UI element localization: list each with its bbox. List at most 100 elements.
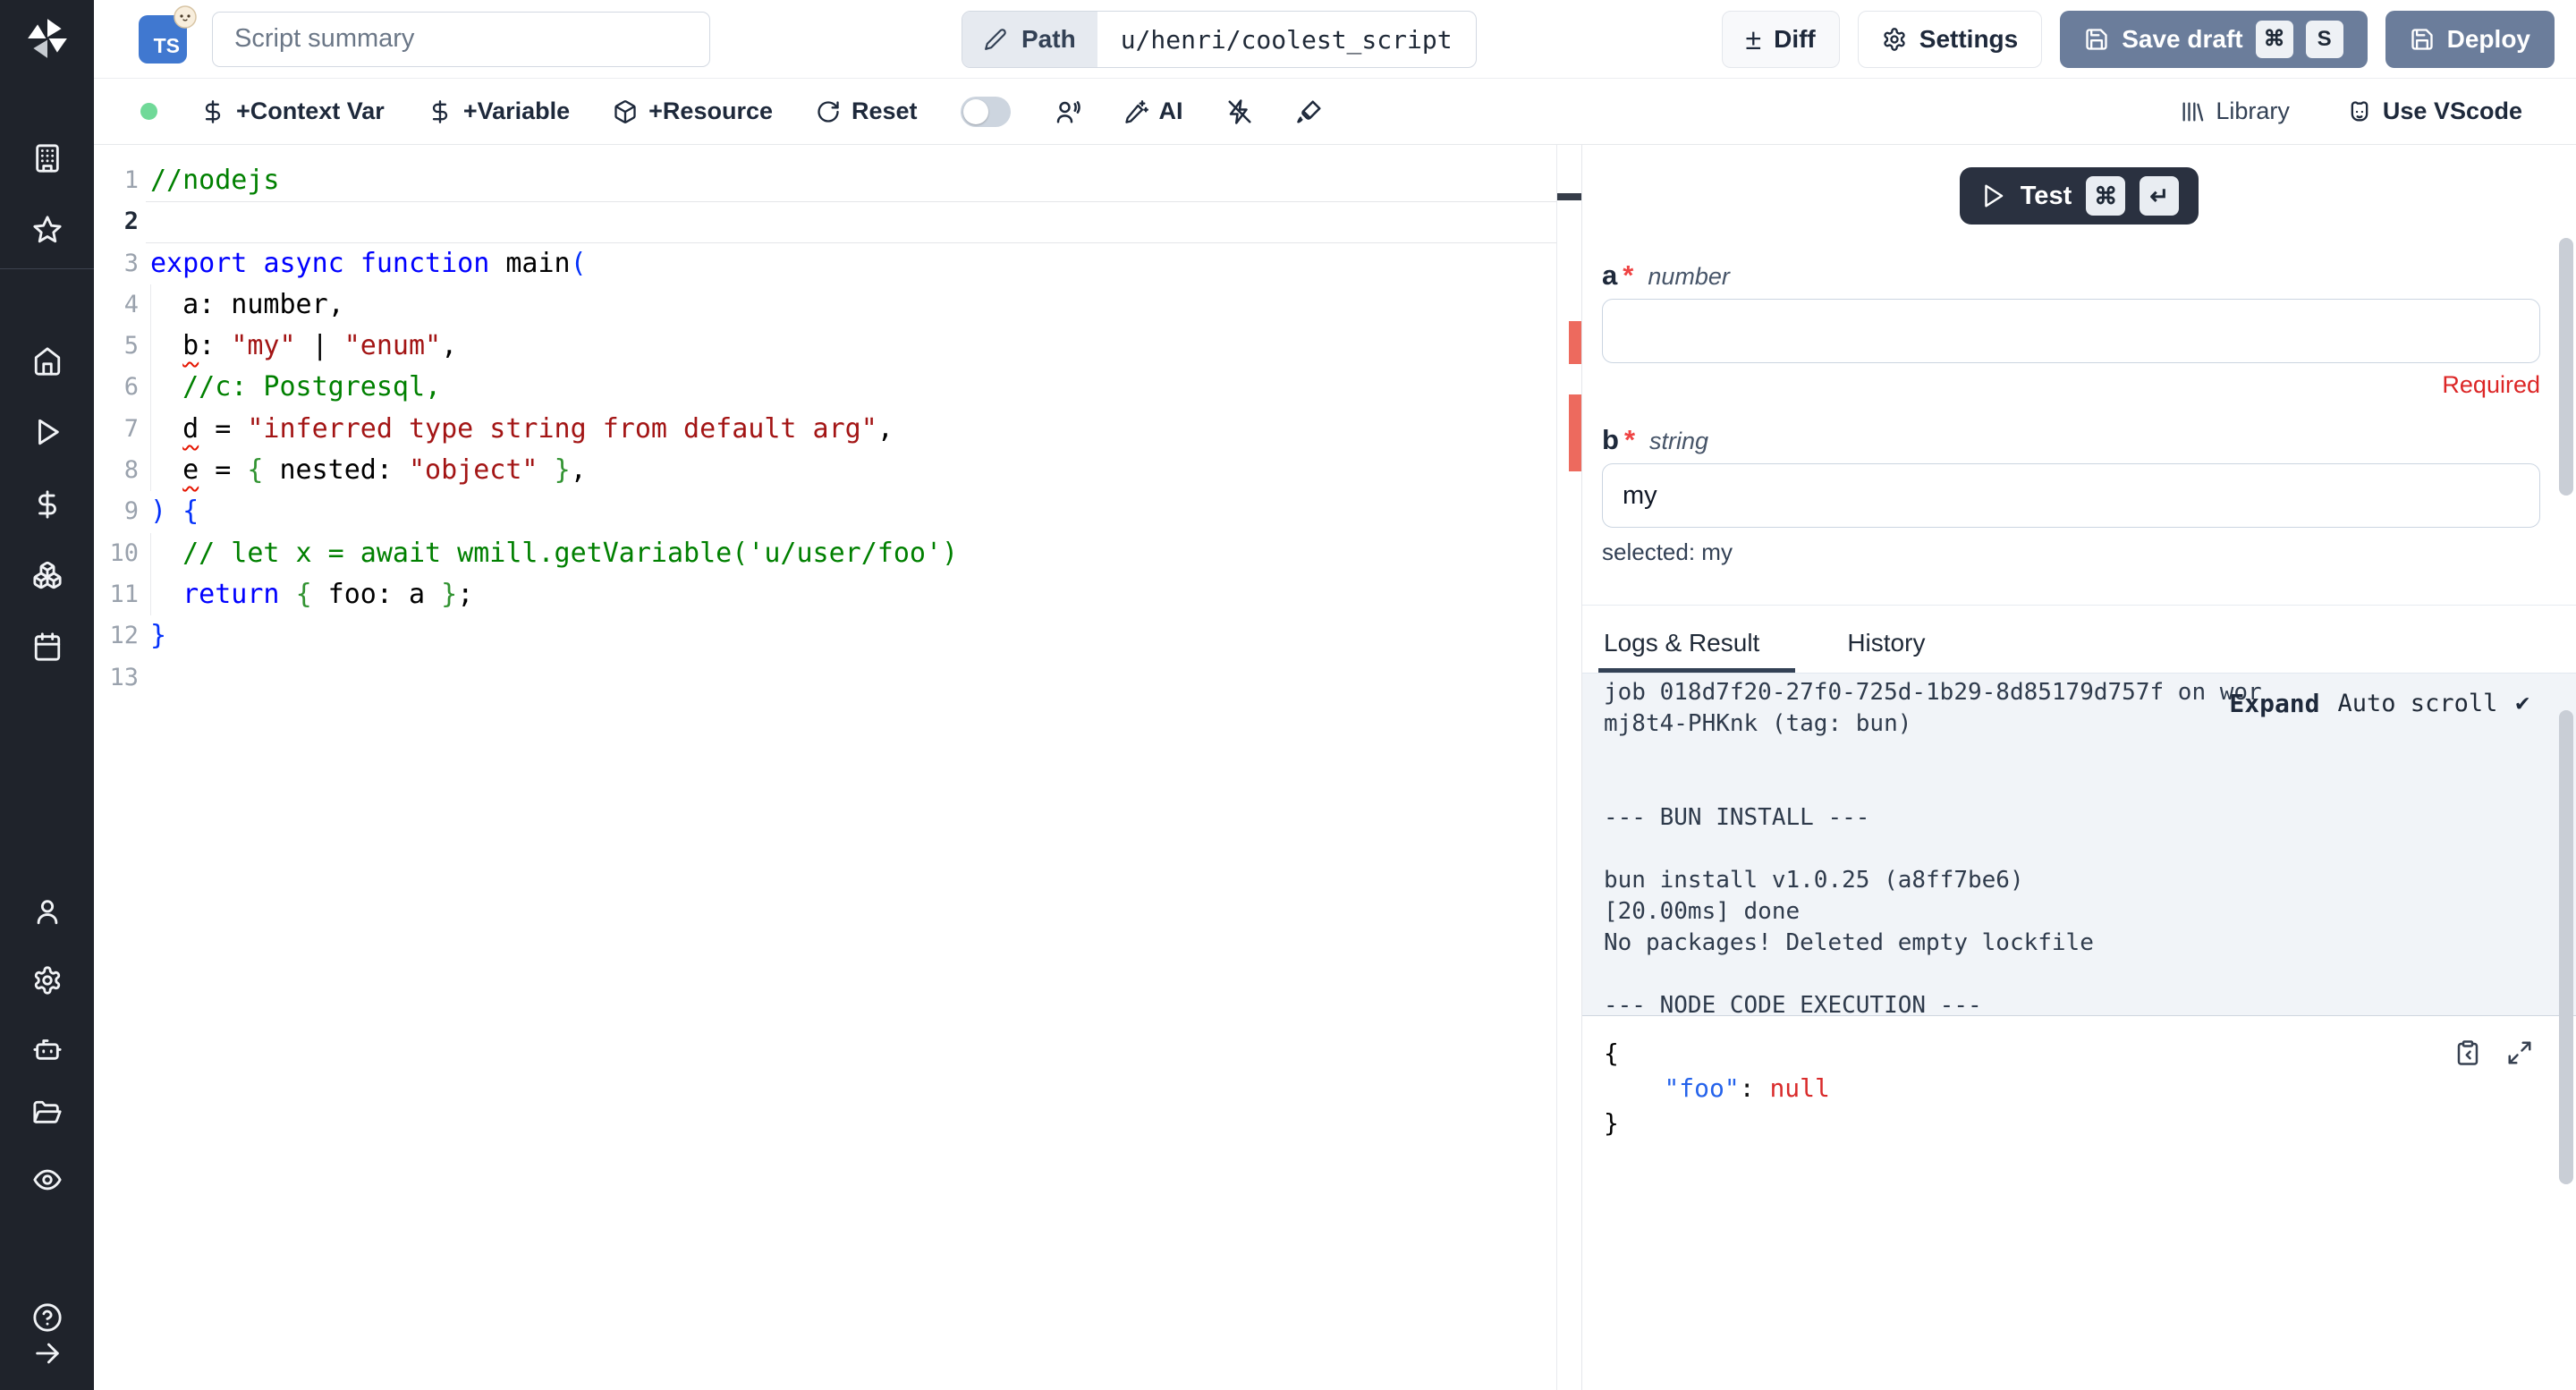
- tab-logs-result[interactable]: Logs & Result: [1598, 629, 1795, 673]
- ruler-error-mark: [1569, 394, 1581, 471]
- diff-icon: ±: [1746, 25, 1762, 54]
- runs-play-icon[interactable]: [32, 417, 63, 447]
- line-number: 9: [94, 491, 139, 532]
- code-editor[interactable]: 1//nodejs23export async function main(4 …: [94, 145, 1581, 1390]
- folders-icon[interactable]: [32, 1098, 63, 1129]
- log-line: [1604, 959, 2292, 990]
- sidebar-divider: [0, 268, 94, 269]
- audit-eye-icon[interactable]: [32, 1165, 63, 1195]
- line-number: 4: [94, 284, 139, 326]
- settings-button[interactable]: Settings: [1858, 11, 2042, 68]
- tab-history[interactable]: History: [1847, 629, 1925, 673]
- panel-tabs: Logs & Result History: [1582, 606, 2576, 674]
- field-name: b: [1602, 424, 1619, 456]
- result-viewer: { "foo": null }: [1582, 1015, 2576, 1390]
- code-line[interactable]: 11 return { foo: a };: [94, 574, 1581, 615]
- assistant-user-icon[interactable]: [1054, 98, 1080, 125]
- collapse-arrow-icon[interactable]: [32, 1338, 63, 1369]
- format-brush-icon[interactable]: [1296, 98, 1323, 125]
- test-button[interactable]: Test ⌘ ↵: [1960, 167, 2199, 225]
- home-icon[interactable]: [32, 346, 63, 377]
- path-selector[interactable]: Path u/henri/coolest_script: [962, 11, 1477, 68]
- add-variable-button[interactable]: +Variable: [428, 97, 570, 125]
- variables-dollar-icon[interactable]: [32, 489, 63, 520]
- workers-bot-icon[interactable]: [32, 1033, 63, 1064]
- check-icon: ✔: [2515, 688, 2529, 719]
- windmill-logo-icon[interactable]: [25, 16, 70, 61]
- ai-button[interactable]: AI: [1123, 97, 1183, 125]
- code-line[interactable]: 6 //c: Postgresql,: [94, 367, 1581, 408]
- path-value[interactable]: u/henri/coolest_script: [1097, 12, 1476, 67]
- resources-boxes-icon[interactable]: [32, 560, 63, 590]
- code-line[interactable]: 10 // let x = await wmill.getVariable('u…: [94, 533, 1581, 574]
- code-line[interactable]: 9) {: [94, 491, 1581, 532]
- code-line[interactable]: 7 d = "inferred type string from default…: [94, 409, 1581, 450]
- required-star: *: [1624, 424, 1635, 456]
- line-number: 2: [94, 201, 139, 242]
- status-dot: [140, 103, 157, 120]
- log-line: job 018d7f20-27f0-725d-1b29-8d85179d757f…: [1604, 677, 2292, 708]
- log-line: [1604, 740, 2292, 771]
- help-icon[interactable]: [32, 1302, 63, 1333]
- toolbar-right: Library Use VScode: [2180, 97, 2522, 125]
- settings-gear-icon[interactable]: [32, 965, 63, 996]
- field-b-input[interactable]: my: [1602, 463, 2540, 528]
- deploy-button[interactable]: Deploy: [2385, 11, 2555, 68]
- code-line[interactable]: 2: [94, 201, 1581, 242]
- code-line[interactable]: 1//nodejs: [94, 160, 1581, 201]
- s-key-badge: S: [2306, 21, 2343, 58]
- code-line[interactable]: 4 a: number,: [94, 284, 1581, 326]
- expand-button[interactable]: Expand: [2229, 688, 2319, 719]
- field-b-hint: selected: my: [1602, 538, 2540, 566]
- log-line: --- BUN INSTALL ---: [1604, 802, 2292, 834]
- diff-button[interactable]: ± Diff: [1722, 11, 1840, 68]
- path-edit-segment[interactable]: Path: [962, 12, 1097, 67]
- code-line[interactable]: 13: [94, 657, 1581, 699]
- workspace-icon[interactable]: [32, 143, 63, 174]
- add-context-var-label: +Context Var: [236, 97, 385, 125]
- add-context-var-button[interactable]: +Context Var: [200, 97, 385, 125]
- logs-viewer[interactable]: job 018d7f20-27f0-725d-1b29-8d85179d757f…: [1582, 674, 2576, 1015]
- code-line[interactable]: 12}: [94, 615, 1581, 657]
- app-sidebar: [0, 0, 94, 1390]
- field-type: string: [1649, 428, 1708, 455]
- field-name: a: [1602, 259, 1617, 292]
- add-variable-label: +Variable: [463, 97, 570, 125]
- use-vscode-button[interactable]: Use VScode: [2347, 97, 2522, 125]
- vscode-icon: [2347, 99, 2372, 124]
- json-null-value: null: [1769, 1073, 1829, 1103]
- code-lines: 1//nodejs23export async function main(4 …: [94, 145, 1581, 699]
- logs-scrollbar-thumb[interactable]: [2559, 710, 2573, 1184]
- library-icon: [2180, 99, 2205, 124]
- dollar-icon: [200, 99, 225, 124]
- line-number: 6: [94, 367, 139, 408]
- field-a-input[interactable]: [1602, 299, 2540, 363]
- save-draft-button[interactable]: Save draft ⌘ S: [2060, 11, 2367, 68]
- code-line[interactable]: 3export async function main(: [94, 243, 1581, 284]
- script-summary-input[interactable]: [212, 12, 710, 67]
- zap-off-icon[interactable]: [1226, 98, 1253, 125]
- add-resource-button[interactable]: +Resource: [613, 97, 773, 125]
- copy-clipboard-icon[interactable]: [2454, 1039, 2481, 1066]
- overview-ruler[interactable]: [1556, 145, 1581, 1390]
- add-resource-label: +Resource: [648, 97, 773, 125]
- user-icon[interactable]: [32, 896, 63, 927]
- log-line: mj8t4-PHKnk (tag: bun): [1604, 708, 2292, 740]
- log-line: [1604, 771, 2292, 802]
- form-scrollbar-thumb[interactable]: [2559, 238, 2573, 496]
- dollar-icon: [428, 99, 453, 124]
- code-line[interactable]: 8 e = { nested: "object" },: [94, 450, 1581, 491]
- rotate-icon: [816, 99, 841, 124]
- maximize-icon[interactable]: [2506, 1039, 2533, 1066]
- content-row: 1//nodejs23export async function main(4 …: [94, 145, 2576, 1390]
- code-line[interactable]: 5 b: "my" | "enum",: [94, 326, 1581, 367]
- result-line: {: [1604, 1036, 2576, 1071]
- autoscroll-toggle[interactable]: Auto scroll: [2338, 688, 2498, 719]
- schedules-calendar-icon[interactable]: [32, 631, 63, 662]
- line-number: 13: [94, 657, 139, 699]
- assistant-toggle[interactable]: [961, 97, 1011, 127]
- result-line: "foo": null: [1604, 1071, 2576, 1106]
- library-button[interactable]: Library: [2180, 97, 2290, 125]
- favorites-star-icon[interactable]: [32, 215, 63, 245]
- reset-button[interactable]: Reset: [816, 97, 918, 125]
